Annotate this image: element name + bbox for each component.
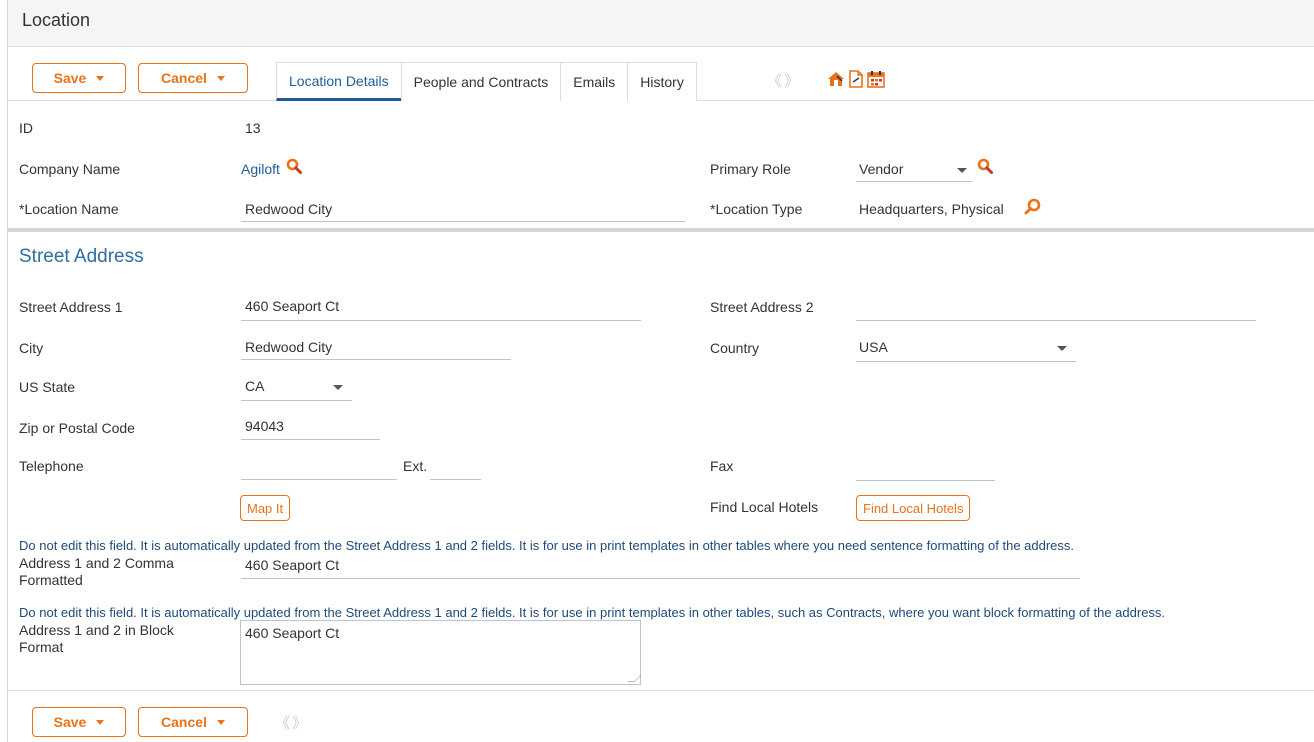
location-name-input[interactable]: Redwood City — [245, 201, 332, 217]
cancel-button-label: Cancel — [161, 714, 207, 730]
street-address-1-input[interactable]: 460 Seaport Ct — [245, 298, 339, 314]
company-name-label: Company Name — [19, 161, 121, 177]
chevron-down-icon — [96, 75, 105, 81]
block-format-value: 460 Seaport Ct — [245, 625, 340, 641]
primary-role-underline — [856, 181, 972, 182]
cancel-button[interactable]: Cancel — [138, 63, 248, 93]
fax-underline — [856, 480, 995, 481]
cancel-button-label: Cancel — [161, 70, 207, 86]
tab-location-details[interactable]: Location Details — [276, 62, 402, 101]
id-value: 13 — [245, 120, 261, 136]
telephone-underline — [241, 479, 397, 480]
search-icon[interactable] — [286, 158, 302, 174]
zip-underline — [241, 439, 380, 440]
id-label: ID — [19, 120, 33, 136]
primary-role-label: Primary Role — [710, 161, 791, 177]
chevron-down-icon[interactable] — [1057, 346, 1067, 351]
block-format-note: Do not edit this field. It is automatica… — [19, 605, 1166, 620]
chevron-down-icon — [216, 719, 225, 725]
section-title-street-address: Street Address — [19, 246, 144, 267]
ext-label: Ext. — [403, 458, 428, 474]
comma-format-input[interactable]: 460 Seaport Ct — [245, 557, 339, 573]
map-it-button[interactable]: Map It — [240, 495, 291, 521]
fax-label: Fax — [710, 458, 734, 474]
comma-format-label-line2: Formatted — [19, 572, 83, 588]
resize-handle-icon[interactable] — [627, 675, 642, 682]
location-type-label: *Location Type — [710, 201, 803, 217]
zip-label: Zip or Postal Code — [19, 420, 135, 436]
calendar-icon[interactable] — [867, 70, 885, 88]
save-button[interactable]: Save — [32, 63, 126, 93]
left-border — [7, 0, 8, 742]
city-input[interactable]: Redwood City — [245, 339, 332, 355]
block-format-label-line1: Address 1 and 2 in Block — [19, 622, 174, 638]
street-address-1-label: Street Address 1 — [19, 299, 123, 315]
comma-format-note: Do not edit this field. It is automatica… — [19, 538, 1075, 553]
zip-input[interactable]: 94043 — [245, 418, 284, 434]
us-state-select[interactable]: CA — [245, 378, 264, 394]
record-nav-arrows-bottom[interactable]: 《 》 — [275, 712, 307, 733]
location-name-underline — [241, 221, 685, 222]
location-name-label: *Location Name — [19, 201, 119, 217]
telephone-label: Telephone — [19, 458, 84, 474]
country-underline — [856, 361, 1076, 362]
toolbar: Save Cancel Location Details People and … — [8, 47, 1314, 101]
comma-format-underline — [241, 578, 1080, 579]
chevron-down-icon — [96, 719, 105, 725]
chevron-down-icon[interactable] — [957, 168, 967, 173]
tab-people-and-contracts[interactable]: People and Contracts — [400, 62, 562, 101]
city-underline — [241, 359, 511, 360]
tab-history[interactable]: History — [627, 62, 697, 101]
chevron-down-icon[interactable] — [333, 385, 343, 390]
us-state-label: US State — [19, 379, 76, 395]
country-label: Country — [710, 340, 760, 356]
save-button-label: Save — [53, 714, 87, 730]
search-icon[interactable] — [1024, 198, 1041, 215]
block-format-label-line2: Format — [19, 639, 64, 655]
window-title-bar: Location — [8, 0, 1314, 47]
search-icon[interactable] — [977, 158, 993, 174]
primary-role-value[interactable]: Vendor — [859, 161, 903, 177]
block-format-textarea[interactable]: 460 Seaport Ct — [240, 620, 642, 685]
location-type-value: Headquarters, Physical — [859, 201, 1004, 217]
city-label: City — [19, 340, 44, 356]
company-name-link[interactable]: Agiloft — [241, 161, 280, 177]
us-state-underline — [241, 400, 352, 401]
street-address-1-underline — [241, 320, 641, 321]
find-local-hotels-label: Find Local Hotels — [710, 499, 819, 515]
page-title: Location — [22, 10, 91, 30]
section-divider — [8, 228, 1314, 232]
tab-emails[interactable]: Emails — [560, 62, 629, 101]
comma-format-label-line1: Address 1 and 2 Comma — [19, 555, 174, 571]
ext-underline — [430, 479, 481, 480]
find-local-hotels-button[interactable]: Find Local Hotels — [856, 495, 971, 521]
chevron-down-icon — [216, 75, 225, 81]
country-select[interactable]: USA — [859, 339, 888, 355]
document-icon[interactable] — [847, 70, 865, 88]
cancel-button-bottom[interactable]: Cancel — [138, 707, 248, 737]
street-address-2-label: Street Address 2 — [710, 299, 814, 315]
save-button-label: Save — [53, 70, 87, 86]
home-edit-icon[interactable] — [827, 70, 845, 88]
tab-bar: Location Details People and Contracts Em… — [276, 62, 697, 101]
save-button-bottom[interactable]: Save — [32, 707, 126, 737]
record-nav-arrows[interactable]: 《 》 — [767, 70, 799, 91]
footer-toolbar: Save Cancel 《 》 — [8, 690, 1314, 742]
street-address-2-underline — [856, 320, 1256, 321]
